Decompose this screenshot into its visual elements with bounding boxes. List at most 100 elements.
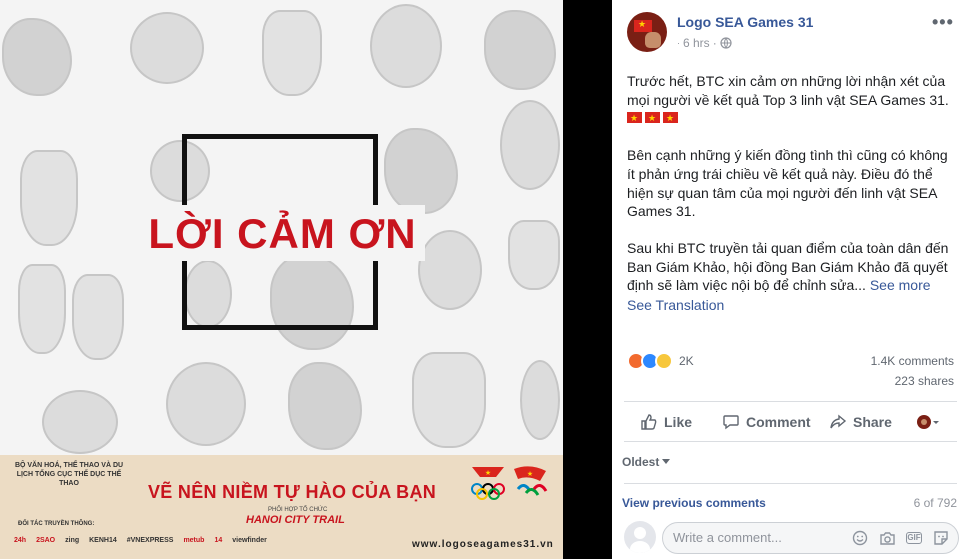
page-name-link[interactable]: Logo SEA Games 31 (677, 14, 813, 30)
paragraph-text: Trước hết, BTC xin cảm ơn những lời nhận… (627, 73, 949, 108)
vietnam-flag-icon (663, 109, 678, 128)
vietnam-flag-icon (645, 109, 660, 128)
post-paragraph: Bên cạnh những ý kiến đồng tình thì cũng… (627, 146, 957, 221)
see-translation-link[interactable]: See Translation (627, 296, 957, 315)
share-button[interactable]: Share (829, 413, 892, 431)
mascot-circle-sketch (166, 362, 246, 446)
mascot-hair-sketch (18, 264, 66, 354)
mascot-torch-sketch (508, 220, 560, 290)
reaction-count: 2K (679, 354, 694, 368)
partner-logo: #VNEXPRESS (126, 537, 174, 544)
speech-bubble-icon (723, 415, 739, 430)
comment-input[interactable] (673, 530, 863, 545)
post-time[interactable]: 6 hrs (683, 36, 710, 50)
post-body: Trước hết, BTC xin cảm ơn những lời nhận… (627, 72, 957, 315)
mascot-deer-sketch (412, 352, 486, 448)
media-partners-label: ĐỐI TÁC TRUYỀN THÔNG: (18, 521, 95, 527)
sticker-icon[interactable] (932, 529, 950, 547)
comment-page-count: 6 of 792 (913, 496, 957, 510)
globe-icon (720, 37, 732, 49)
post-paragraph: Trước hết, BTC xin cảm ơn những lời nhận… (627, 72, 957, 128)
mascot-blob-sketch (370, 4, 442, 88)
mascot-lion-sketch (418, 230, 482, 310)
share-label: Share (853, 414, 892, 430)
sort-label: Oldest (622, 455, 660, 469)
mascot-dragon2-sketch (42, 390, 118, 454)
co-organizer-label: PHỐI HỢP TỔ CHỨC (268, 507, 328, 513)
divider (624, 483, 957, 484)
caret-down-icon (662, 459, 671, 464)
mascot-round-sketch (484, 10, 556, 90)
photo-stage: LỜI CẢM ƠN BỘ VĂN HOÁ, THỂ THAO VÀ DU LỊ… (0, 0, 612, 559)
mascot-mario-sketch (384, 128, 458, 214)
mascot-dino-sketch (500, 100, 560, 190)
shares-count-link[interactable]: 223 shares (895, 374, 954, 388)
website-url: www.logoseagames31.vn (412, 539, 554, 550)
post-photo[interactable]: LỜI CẢM ƠN BỘ VĂN HOÁ, THỂ THAO VÀ DU LỊ… (0, 0, 563, 559)
comment-sort-dropdown[interactable]: Oldest (622, 455, 671, 469)
flag-emojis (627, 109, 678, 128)
thumbs-up-icon (641, 414, 657, 430)
comment-label: Comment (746, 414, 811, 430)
para-games-logo: ★ (514, 466, 548, 496)
more-options-button[interactable]: ••• (932, 12, 954, 33)
divider (624, 441, 957, 442)
mascot-edge-sketch (520, 360, 560, 440)
gif-icon-label: GIF (906, 532, 922, 544)
partner-logo: KENH14 (89, 537, 117, 544)
see-more-link[interactable]: See more (870, 277, 931, 293)
avatar-head (634, 527, 646, 539)
page-avatar[interactable]: ★ (627, 12, 667, 52)
mascot-dragon-sketch (130, 12, 204, 84)
vietnam-flag-icon (627, 109, 642, 128)
facebook-photo-viewer: LỜI CẢM ƠN BỘ VĂN HOÁ, THỂ THAO VÀ DU LỊ… (0, 0, 969, 559)
slogan-text: VẼ NÊN NIỀM TỰ HÀO CỦA BẠN (148, 482, 437, 502)
sea-games-logo: ★ (471, 467, 505, 500)
action-bar: Like Comment Share (624, 404, 957, 440)
partner-logo: 14 (214, 537, 223, 544)
partner-logo: viewfinder (232, 537, 267, 544)
comment-box-icons: GIF (851, 529, 950, 547)
partner-logo: 2SAO (36, 537, 56, 544)
partner-logo: 24h (14, 537, 27, 544)
partner-logo: zing (65, 537, 80, 544)
share-arrow-icon (830, 414, 847, 429)
mascot-snake-sketch (288, 362, 362, 450)
like-button[interactable]: Like (640, 413, 692, 431)
hand-icon (645, 32, 661, 48)
emoji-icon[interactable] (851, 529, 869, 547)
avatar-body (630, 541, 650, 553)
svg-text:★: ★ (527, 470, 533, 478)
post-meta: · 6 hrs · (677, 36, 732, 50)
mascot-kid-sketch (262, 10, 322, 96)
partner-logo: metub (183, 537, 205, 544)
post-panel: ★ Logo SEA Games 31 · 6 hrs · ••• Trước … (612, 0, 969, 559)
photo-banner: BỘ VĂN HOÁ, THỂ THAO VÀ DU LỊCH TỔNG CỤC… (0, 455, 563, 559)
paragraph-text: Bên cạnh những ý kiến đồng tình thì cũng… (627, 147, 948, 220)
headline-text: LỜI CẢM ƠN (148, 210, 417, 257)
divider (624, 401, 957, 402)
mascot-warrior-sketch (20, 150, 78, 246)
comment-button[interactable]: Comment (722, 413, 811, 431)
co-organizer-name: HANOI CITY TRAIL (246, 514, 345, 526)
page-voice-icon (917, 415, 939, 429)
reactions-summary[interactable]: 2K (627, 352, 694, 370)
view-previous-comments-link[interactable]: View previous comments (622, 496, 766, 510)
star-icon: ★ (638, 19, 647, 29)
user-avatar (624, 521, 656, 553)
gif-icon[interactable]: GIF (905, 529, 923, 547)
media-partners: 24h 2SAO zing KENH14 #VNEXPRESS metub 14… (14, 537, 267, 544)
audience-selector[interactable] (916, 413, 942, 431)
dot-separator: · (677, 38, 680, 48)
like-label: Like (664, 414, 693, 430)
comments-count-link[interactable]: 1.4K comments (871, 354, 954, 368)
haha-reaction-icon (655, 352, 673, 370)
svg-text:★: ★ (485, 469, 491, 477)
ministry-text: BỘ VĂN HOÁ, THỂ THAO VÀ DU LỊCH TỔNG CỤC… (14, 462, 124, 487)
camera-icon[interactable] (878, 529, 896, 547)
mascot-rooster-sketch (2, 18, 72, 96)
comment-box[interactable]: GIF (662, 522, 959, 554)
mascot-hair2-sketch (72, 274, 124, 360)
dot-separator: · (712, 36, 717, 50)
post-paragraph: Sau khi BTC truyền tải quan điểm của toà… (627, 239, 957, 315)
